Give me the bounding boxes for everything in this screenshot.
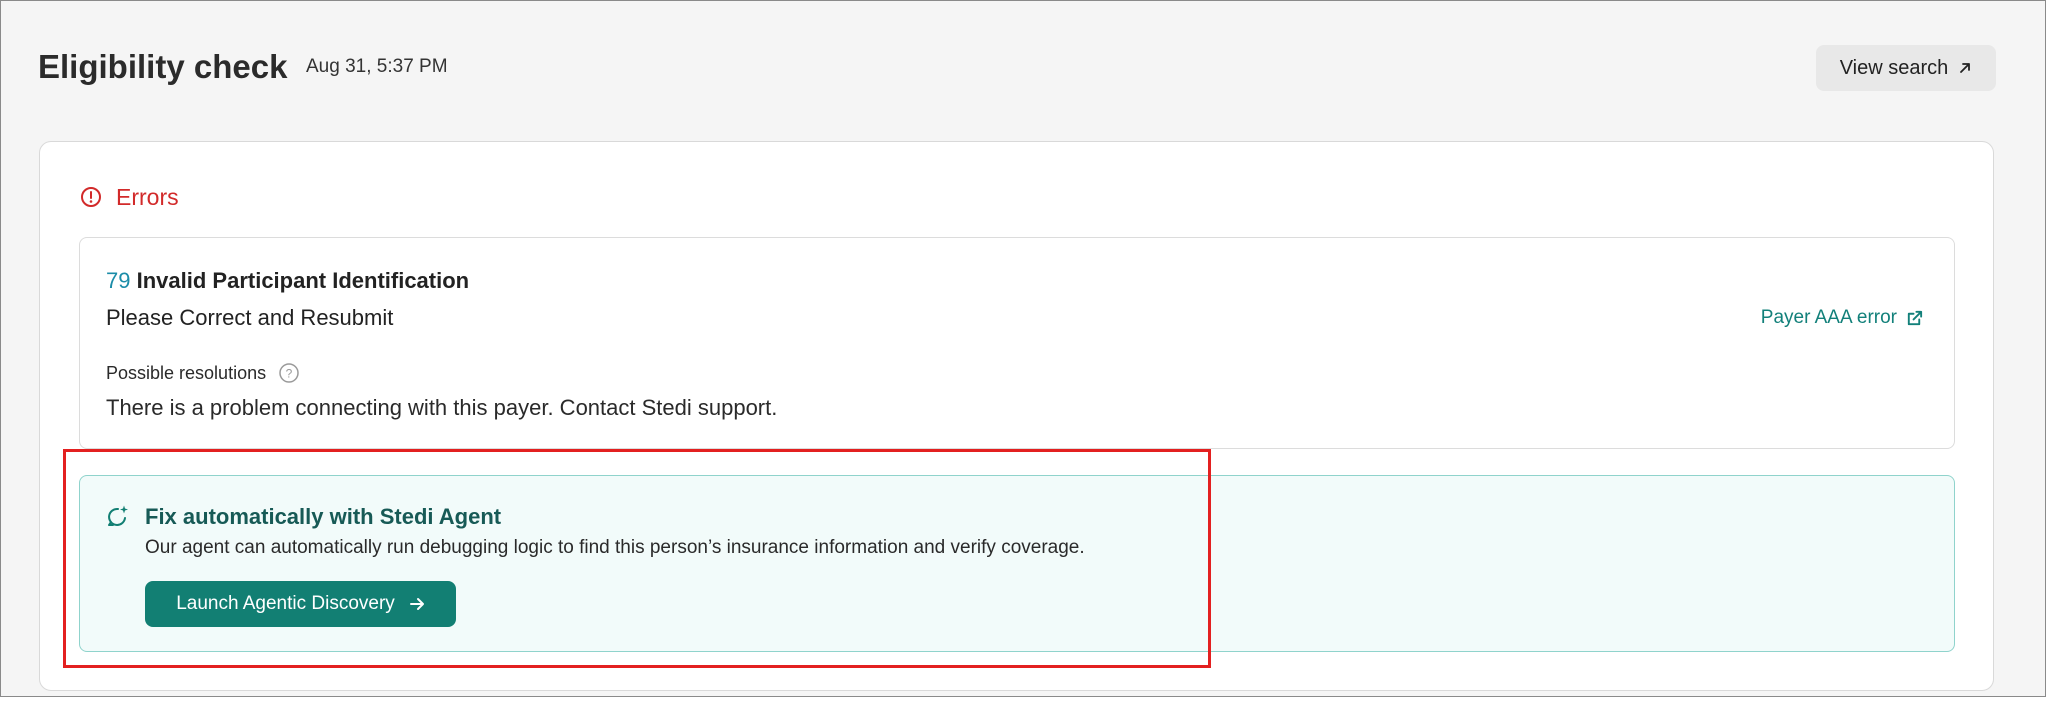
agent-title: Fix automatically with Stedi Agent — [145, 504, 502, 529]
arrow-right-icon — [409, 596, 425, 612]
error-subtitle: Please Correct and Resubmit — [106, 305, 394, 330]
errors-header: Errors — [80, 182, 179, 212]
arrow-up-right-icon — [1958, 61, 1972, 75]
error-title: 79 Invalid Participant Identification — [106, 266, 469, 296]
alert-circle-icon — [80, 186, 102, 208]
page-header: Eligibility check Aug 31, 5:37 PM View s… — [38, 45, 1996, 93]
launch-agentic-discovery-button[interactable]: Launch Agentic Discovery — [145, 581, 456, 627]
payer-aaa-error-link[interactable]: Payer AAA error — [1761, 304, 1924, 332]
help-circle-icon[interactable]: ? — [278, 362, 300, 384]
error-name: Invalid Participant Identification — [136, 268, 470, 293]
svg-text:?: ? — [286, 367, 293, 381]
sparkle-refresh-icon — [105, 504, 131, 530]
agent-description: Our agent can automatically run debuggin… — [145, 537, 1085, 558]
launch-button-label: Launch Agentic Discovery — [176, 593, 395, 614]
payer-link-label: Payer AAA error — [1760, 307, 1897, 328]
results-card: Errors 79 Invalid Participant Identifica… — [39, 141, 1994, 691]
possible-resolutions-label: Possible resolutions ? — [106, 360, 300, 386]
page-title: Eligibility check — [38, 48, 288, 85]
resolution-text: There is a problem connecting with this … — [106, 395, 778, 420]
errors-section-label: Errors — [116, 184, 179, 210]
app-window: Eligibility check Aug 31, 5:37 PM View s… — [0, 0, 2046, 697]
external-link-icon — [1905, 309, 1924, 328]
stedi-agent-panel: Fix automatically with Stedi Agent Our a… — [79, 475, 1955, 652]
check-timestamp: Aug 31, 5:37 PM — [306, 56, 448, 77]
error-code: 79 — [106, 268, 131, 293]
view-search-label: View search — [1839, 56, 1949, 79]
resolutions-label-text: Possible resolutions — [106, 363, 267, 383]
error-item: 79 Invalid Participant Identification Pl… — [79, 237, 1955, 449]
view-search-button[interactable]: View search — [1816, 45, 1996, 91]
